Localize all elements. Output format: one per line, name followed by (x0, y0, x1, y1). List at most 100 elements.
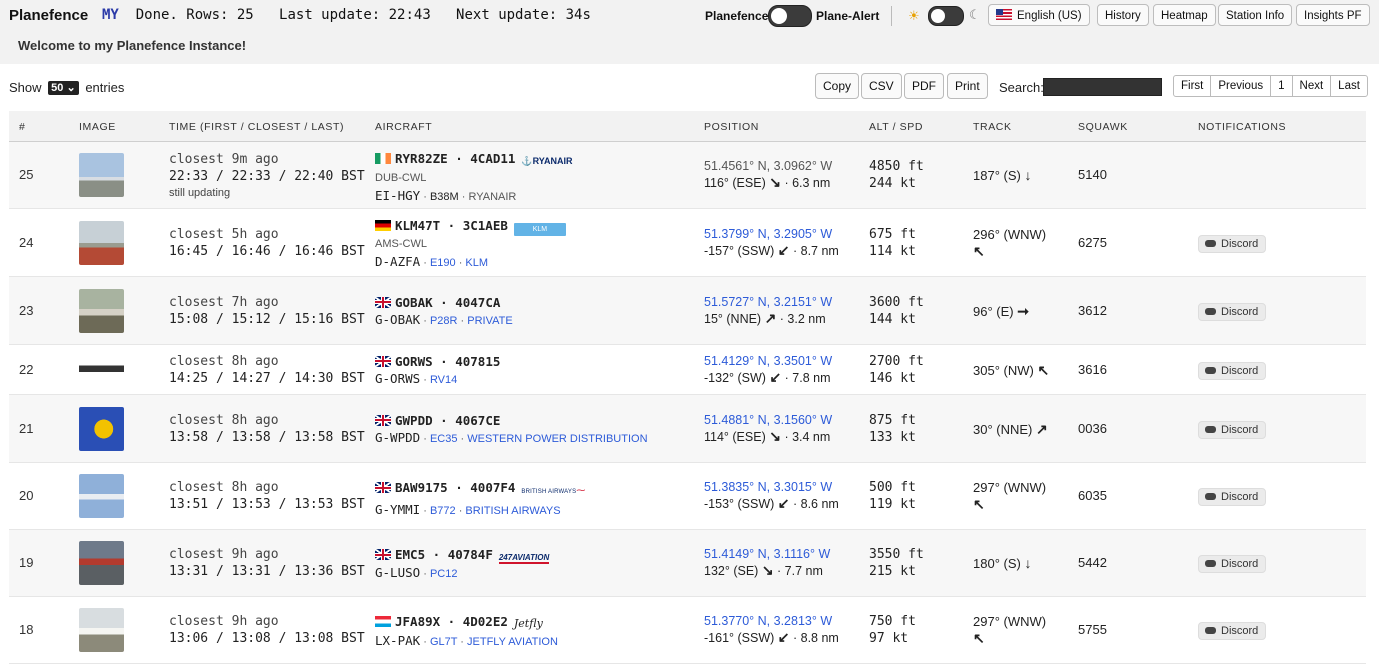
callsign[interactable]: GWPDD (395, 413, 433, 428)
coordinates-link[interactable]: 51.3799° N, 3.2905° W (704, 226, 839, 243)
table-row[interactable]: 23 closest 7h ago 15:08 / 15:12 / 15:16 … (9, 277, 1366, 345)
aircraft-type[interactable]: E190 (430, 257, 456, 269)
col-image[interactable]: Image (79, 121, 116, 133)
table-row[interactable]: 20 closest 8h ago 13:51 / 13:53 / 13:53 … (9, 463, 1366, 530)
discord-notification-badge[interactable]: Discord (1198, 302, 1267, 321)
coordinates-link[interactable]: 51.4129° N, 3.3501° W (704, 353, 832, 370)
coordinates-link[interactable]: 51.4149° N, 3.1116° W (704, 546, 830, 563)
operator[interactable]: JETFLY AVIATION (467, 636, 558, 648)
discord-icon (1205, 627, 1216, 634)
discord-notification-badge[interactable]: Discord (1198, 361, 1267, 380)
aircraft-photo[interactable] (79, 220, 124, 265)
coordinates-link[interactable]: 51.3770° N, 3.2813° W (704, 613, 839, 630)
discord-notification-badge[interactable]: Discord (1198, 234, 1267, 253)
table-row[interactable]: 24 closest 5h ago 16:45 / 16:46 / 16:46 … (9, 209, 1366, 277)
table-row[interactable]: 25 closest 9m ago 22:33 / 22:33 / 22:40 … (9, 142, 1366, 209)
callsign[interactable]: JFA89X (395, 614, 440, 629)
track-arrow-icon: ↗ (1036, 420, 1048, 437)
col-notifications[interactable]: Notifications (1198, 121, 1286, 133)
page-1-button[interactable]: 1 (1270, 75, 1293, 97)
discord-notification-badge[interactable]: Discord (1198, 622, 1267, 640)
hex-code[interactable]: 4D02E2 (463, 614, 508, 629)
table-row[interactable]: 19 closest 9h ago 13:31 / 13:31 / 13:36 … (9, 530, 1366, 597)
next-update: Next update: 34s (456, 7, 591, 23)
hex-code[interactable]: 3C1AEB (463, 218, 508, 233)
aircraft-photo[interactable] (79, 541, 124, 585)
aircraft-type[interactable]: B772 (430, 505, 456, 517)
coordinates-link[interactable]: 51.3835° N, 3.3015° W (704, 479, 839, 496)
position-cell: 51.5727° N, 3.2151° W 15° (NNE) ↗ · 3.2 … (704, 294, 833, 326)
hex-code[interactable]: 407815 (455, 354, 500, 369)
callsign[interactable]: BAW9175 (395, 480, 448, 495)
coordinates-link[interactable]: 51.4881° N, 3.1560° W (704, 412, 832, 429)
col-time[interactable]: Time (First / Closest / Last) (169, 121, 344, 133)
col-position[interactable]: Position (704, 121, 759, 133)
aircraft-photo[interactable] (79, 347, 124, 392)
coordinates-link[interactable]: 51.5727° N, 3.2151° W (704, 294, 832, 311)
col-aircraft[interactable]: Aircraft (375, 121, 432, 133)
copy-button[interactable]: Copy (815, 73, 860, 99)
aircraft-type[interactable]: GL7T (430, 636, 457, 648)
hex-code[interactable]: 4067CE (455, 413, 500, 428)
aircraft-photo[interactable] (79, 406, 124, 451)
callsign[interactable]: RYR82ZE (395, 151, 448, 166)
language-button[interactable]: English (US) (988, 4, 1090, 26)
hex-code[interactable]: 4047CA (455, 295, 500, 310)
insights-button[interactable]: Insights PF (1296, 4, 1370, 26)
alt-spd-cell: 3600 ft 144 kt (869, 294, 924, 328)
col-track[interactable]: Track (973, 121, 1012, 133)
csv-button[interactable]: CSV (861, 73, 902, 99)
col-number[interactable]: # (19, 121, 25, 133)
discord-notification-badge[interactable]: Discord (1198, 420, 1267, 439)
aircraft-type: B38M (429, 191, 459, 203)
flights-table: # Image Time (First / Closest / Last) Ai… (9, 111, 1366, 664)
entries-select[interactable]: 50 ⌄ (48, 81, 79, 95)
dark-mode-toggle[interactable] (928, 6, 964, 26)
operator[interactable]: WESTERN POWER DISTRIBUTION (467, 433, 647, 445)
country-flag-icon (375, 414, 391, 426)
time-cell: closest 9h ago 13:31 / 13:31 / 13:36 BST (169, 546, 365, 580)
page-first-button[interactable]: First (1173, 75, 1212, 97)
operator[interactable]: BRITISH AIRWAYS (465, 505, 560, 517)
col-alt-spd[interactable]: Alt / Spd (869, 121, 923, 133)
hex-code[interactable]: 4007F4 (470, 480, 515, 495)
aircraft-photo[interactable] (79, 474, 124, 518)
operator[interactable]: KLM (465, 257, 488, 269)
aircraft-type[interactable]: RV14 (430, 374, 457, 386)
discord-icon (1205, 366, 1216, 374)
page-previous-button[interactable]: Previous (1210, 75, 1272, 97)
pdf-button[interactable]: PDF (904, 73, 944, 99)
callsign[interactable]: EMC5 (395, 547, 425, 562)
discord-notification-badge[interactable]: Discord (1198, 488, 1267, 506)
search-input[interactable] (1043, 78, 1162, 96)
heatmap-button[interactable]: Heatmap (1153, 4, 1216, 26)
page-last-button[interactable]: Last (1330, 75, 1368, 97)
table-row[interactable]: 21 closest 8h ago 13:58 / 13:58 / 13:58 … (9, 395, 1366, 463)
aircraft-type[interactable]: PC12 (430, 568, 458, 580)
country-flag-icon (375, 482, 391, 493)
history-button[interactable]: History (1097, 4, 1149, 26)
operator[interactable]: PRIVATE (467, 315, 512, 327)
discord-notification-badge[interactable]: Discord (1198, 555, 1267, 573)
hex-code[interactable]: 4CAD11 (470, 151, 515, 166)
station-info-button[interactable]: Station Info (1218, 4, 1293, 26)
table-row[interactable]: 22 closest 8h ago 14:25 / 14:27 / 14:30 … (9, 345, 1366, 395)
col-squawk[interactable]: Squawk (1078, 121, 1128, 133)
aircraft-type[interactable]: P28R (430, 315, 458, 327)
print-button[interactable]: Print (947, 73, 988, 99)
aircraft-photo[interactable] (79, 153, 124, 197)
distance: 7.7 nm (784, 564, 823, 578)
callsign[interactable]: KLM47T (395, 218, 440, 233)
bearing-arrow-icon: ↘ (769, 427, 781, 444)
my-label[interactable]: MY (102, 7, 119, 23)
aircraft-photo[interactable] (79, 288, 124, 333)
callsign[interactable]: GORWS (395, 354, 433, 369)
aircraft-cell: GWPDD · 4067CE G-WPDD · EC35 · WESTERN P… (375, 412, 648, 445)
hex-code[interactable]: 40784F (448, 547, 493, 562)
callsign[interactable]: GOBAK (395, 295, 433, 310)
table-row[interactable]: 18 closest 9h ago 13:06 / 13:08 / 13:08 … (9, 597, 1366, 664)
aircraft-photo[interactable] (79, 608, 124, 652)
aircraft-type[interactable]: EC35 (430, 433, 458, 445)
page-next-button[interactable]: Next (1291, 75, 1332, 97)
planefence-alert-toggle[interactable] (768, 5, 812, 27)
